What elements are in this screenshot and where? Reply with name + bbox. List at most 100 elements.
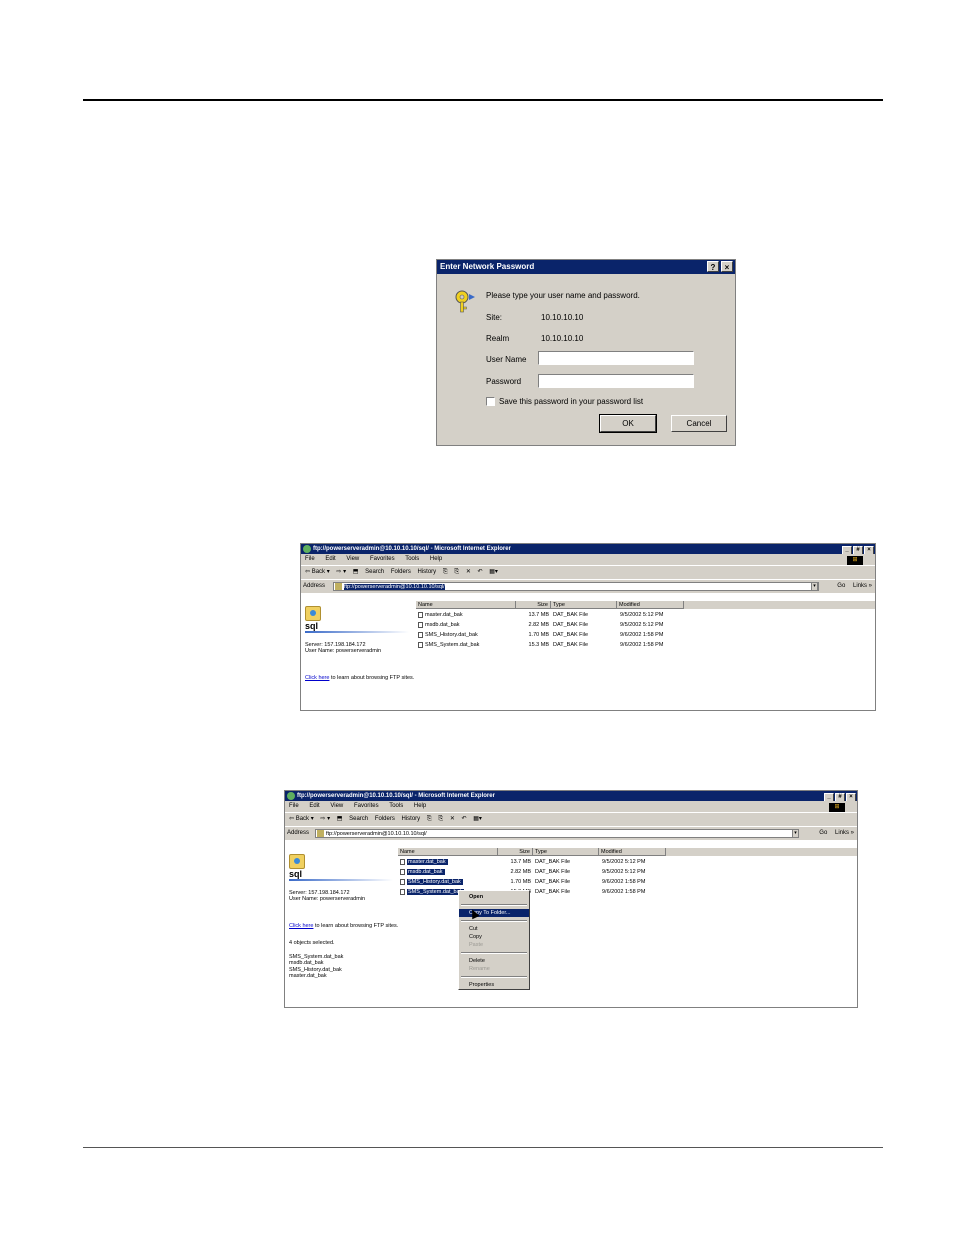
menu-view[interactable]: View xyxy=(346,556,359,562)
close-button[interactable]: × xyxy=(721,261,733,272)
menu-edit[interactable]: Edit xyxy=(309,803,319,809)
delete-icon[interactable]: ✕ xyxy=(466,569,471,575)
title-underline xyxy=(305,630,409,633)
folder-title: sql xyxy=(289,869,303,879)
file-row[interactable]: SMS_System.dat_bak 15.3 MB DAT_BAK File … xyxy=(418,640,868,650)
copy-to-icon[interactable]: ⎘ xyxy=(454,569,459,575)
menu-help[interactable]: Help xyxy=(430,556,442,562)
menu-file[interactable]: File xyxy=(305,556,315,562)
realm-label: Realm xyxy=(486,334,510,343)
delete-icon[interactable]: ✕ xyxy=(450,816,455,822)
column-size[interactable]: Size xyxy=(498,848,533,856)
undo-icon[interactable]: ↶ xyxy=(462,816,467,822)
copy-to-icon[interactable]: ⎘ xyxy=(438,816,443,822)
go-button[interactable]: Go xyxy=(837,583,845,589)
menu-separator xyxy=(461,952,527,954)
menu-favorites[interactable]: Favorites xyxy=(354,803,379,809)
ftp-folder-globe-icon xyxy=(305,606,321,621)
file-name: master.dat_bak xyxy=(425,612,463,618)
menu-view[interactable]: View xyxy=(330,803,343,809)
ok-button[interactable]: OK xyxy=(599,414,657,433)
click-here-link[interactable]: Click here xyxy=(305,675,329,681)
address-dropdown[interactable]: ▾ xyxy=(811,582,818,591)
address-input[interactable]: ftp://powerserveradmin@10.10.10.10/sql/ xyxy=(333,582,819,591)
file-row[interactable]: master.dat_bak 13.7 MB DAT_BAK File 9/5/… xyxy=(418,610,868,620)
undo-icon[interactable]: ↶ xyxy=(478,569,483,575)
file-size: 15.3 MB xyxy=(528,642,549,648)
up-folder-icon[interactable]: ⬒ xyxy=(353,569,359,575)
go-button[interactable]: Go xyxy=(819,830,827,836)
title-underline xyxy=(289,878,393,881)
column-modified[interactable]: Modified xyxy=(617,601,684,609)
column-modified[interactable]: Modified xyxy=(599,848,666,856)
menu-properties[interactable]: Properties xyxy=(459,981,529,989)
file-icon xyxy=(400,878,405,885)
links-button[interactable]: Links » xyxy=(853,583,872,589)
views-icon[interactable]: ▦▾ xyxy=(489,569,498,575)
menu-help[interactable]: Help xyxy=(414,803,426,809)
column-type[interactable]: Type xyxy=(551,601,617,609)
folders-button[interactable]: Folders xyxy=(375,816,395,822)
back-button[interactable]: ⇦ Back ▾ xyxy=(289,816,314,822)
footer-rule xyxy=(83,1147,883,1148)
selected-item: master.dat_bak xyxy=(289,973,327,979)
menu-paste[interactable]: Paste xyxy=(459,941,529,949)
file-row-selected[interactable]: msdb.dat_bak 2.82 MB DAT_BAK File 9/5/20… xyxy=(400,867,850,877)
file-row-selected[interactable]: master.dat_bak 13.7 MB DAT_BAK File 9/5/… xyxy=(400,857,850,867)
back-button[interactable]: ⇦ Back ▾ xyxy=(305,569,330,575)
address-value: ftp://powerserveradmin@10.10.10.10/sql/ xyxy=(326,831,427,837)
address-dropdown[interactable]: ▾ xyxy=(792,829,799,838)
file-icon xyxy=(418,631,423,638)
site-label: Site: xyxy=(486,313,503,322)
move-to-icon[interactable]: ⎘ xyxy=(427,816,432,822)
user-info: User Name: powerserveradmin xyxy=(305,648,382,654)
forward-button[interactable]: ⇨ ▾ xyxy=(320,816,330,822)
column-type[interactable]: Type xyxy=(533,848,599,856)
column-name[interactable]: Name xyxy=(398,848,498,856)
views-icon[interactable]: ▦▾ xyxy=(473,816,482,822)
help-button[interactable]: ? xyxy=(707,261,719,272)
links-button[interactable]: Links » xyxy=(835,830,854,836)
file-type: DAT_BAK File xyxy=(535,889,571,895)
menu-tools[interactable]: Tools xyxy=(405,556,419,562)
menu-edit[interactable]: Edit xyxy=(325,556,335,562)
site-value: 10.10.10.10 xyxy=(541,313,584,322)
column-size[interactable]: Size xyxy=(516,601,551,609)
menu-tools[interactable]: Tools xyxy=(389,803,403,809)
file-name: SMS_History.dat_bak xyxy=(407,879,463,885)
menu-delete[interactable]: Delete xyxy=(459,957,529,965)
file-row[interactable]: msdb.dat_bak 2.82 MB DAT_BAK File 9/5/20… xyxy=(418,620,868,630)
menu-cut[interactable]: Cut xyxy=(459,925,529,933)
menu-open[interactable]: Open xyxy=(459,893,529,901)
search-button[interactable]: Search xyxy=(365,569,384,575)
search-button[interactable]: Search xyxy=(349,816,368,822)
forward-button[interactable]: ⇨ ▾ xyxy=(336,569,346,575)
cancel-button[interactable]: Cancel xyxy=(671,415,727,432)
click-here-link[interactable]: Click here xyxy=(289,923,313,929)
address-input[interactable]: ftp://powerserveradmin@10.10.10.10/sql/ xyxy=(315,829,795,838)
menu-copy[interactable]: Copy xyxy=(459,933,529,941)
window-2-addressbar: Address ftp://powerserveradmin@10.10.10.… xyxy=(285,827,857,841)
folders-button[interactable]: Folders xyxy=(391,569,411,575)
file-icon xyxy=(400,888,405,895)
address-value: ftp://powerserveradmin@10.10.10.10/sql/ xyxy=(344,584,445,590)
menu-favorites[interactable]: Favorites xyxy=(370,556,395,562)
window-2-info-pane: sql Server: 157.198.184.172 User Name: p… xyxy=(289,854,399,980)
up-folder-icon[interactable]: ⬒ xyxy=(337,816,343,822)
history-button[interactable]: History xyxy=(402,816,421,822)
window-2-titlebar: ftp://powerserveradmin@10.10.10.10/sql/ … xyxy=(285,791,857,802)
file-size: 1.70 MB xyxy=(510,879,531,885)
explorer-window-1: ftp://powerserveradmin@10.10.10.10/sql/ … xyxy=(300,543,876,711)
column-name[interactable]: Name xyxy=(416,601,516,609)
file-name: SMS_System.dat_bak xyxy=(425,642,480,648)
username-input[interactable] xyxy=(538,351,694,365)
menu-rename[interactable]: Rename xyxy=(459,965,529,973)
menu-file[interactable]: File xyxy=(289,803,299,809)
save-password-checkbox[interactable] xyxy=(486,397,495,406)
file-row[interactable]: SMS_History.dat_bak 1.70 MB DAT_BAK File… xyxy=(418,630,868,640)
file-size: 2.82 MB xyxy=(528,622,549,628)
file-row-selected[interactable]: SMS_History.dat_bak 1.70 MB DAT_BAK File… xyxy=(400,877,850,887)
history-button[interactable]: History xyxy=(418,569,437,575)
move-to-icon[interactable]: ⎘ xyxy=(443,569,448,575)
password-input[interactable] xyxy=(538,374,694,388)
